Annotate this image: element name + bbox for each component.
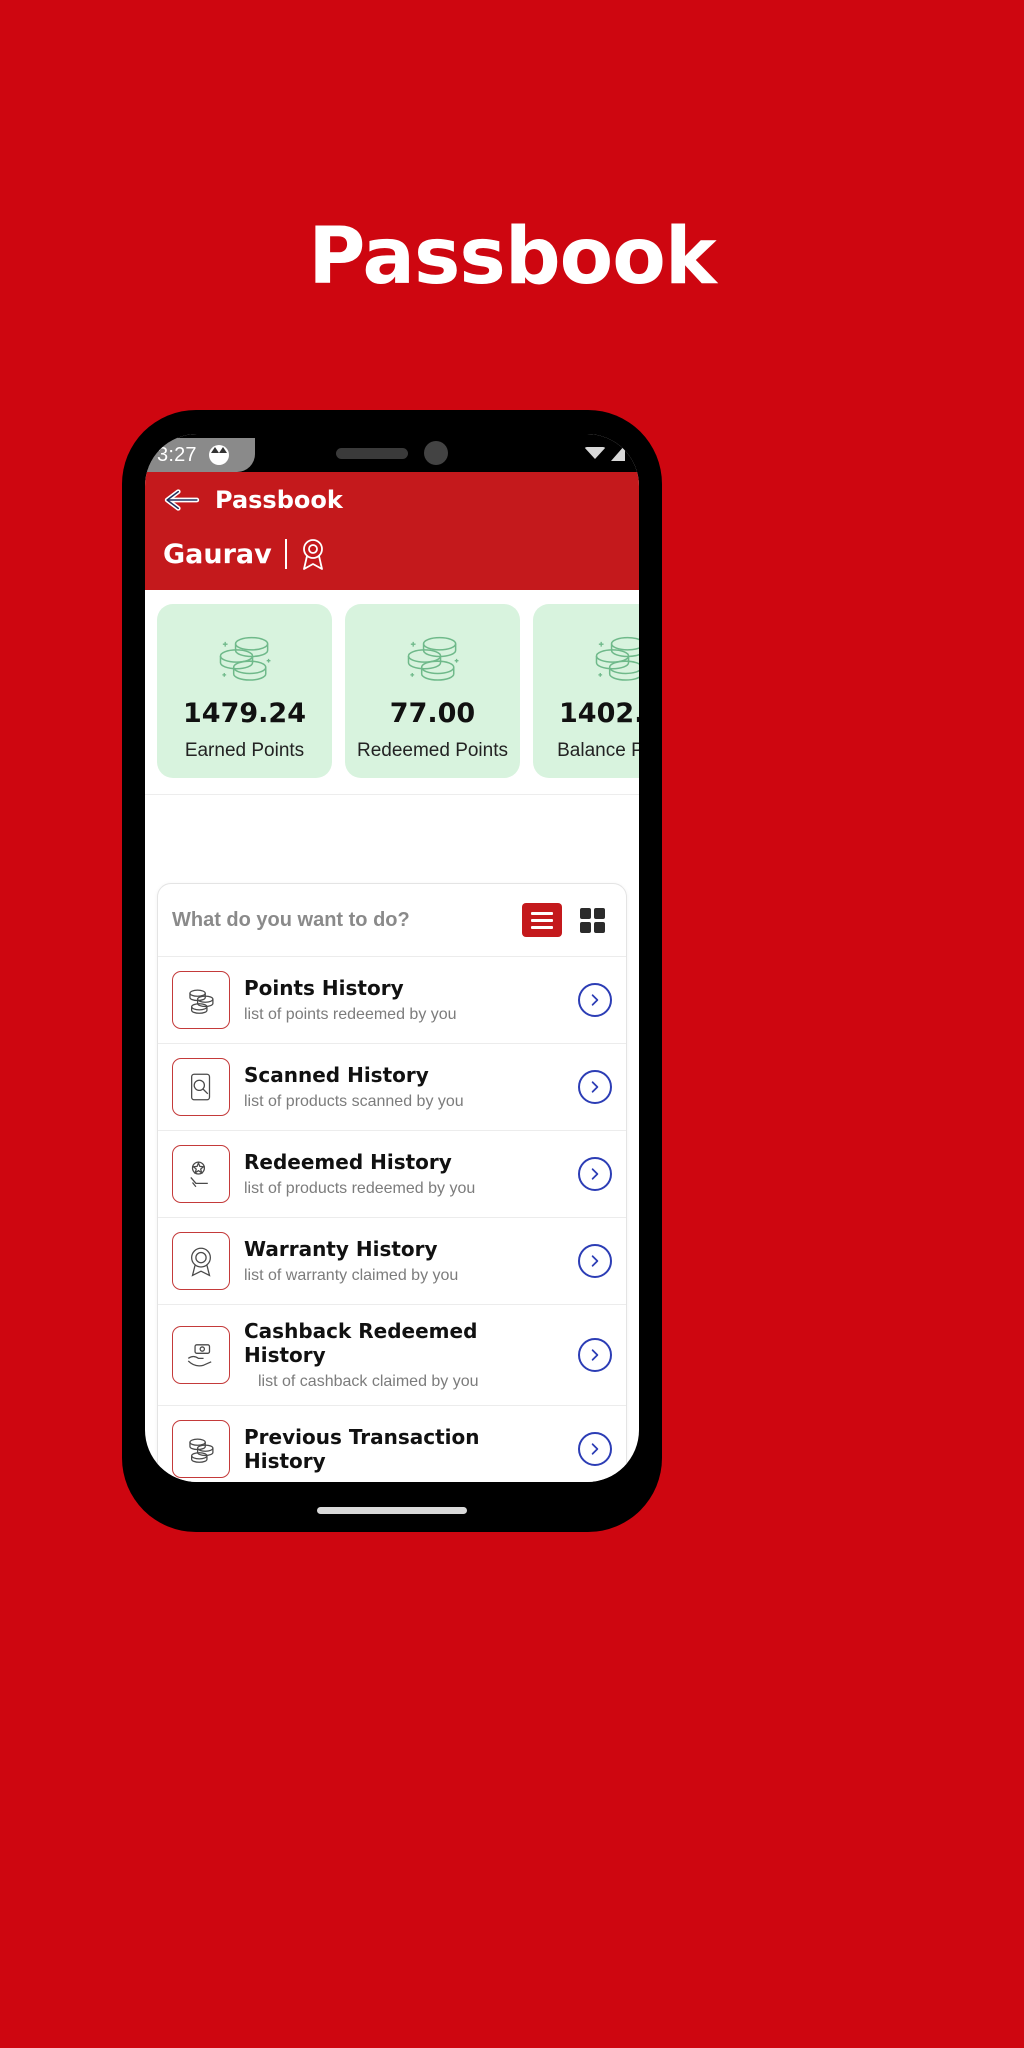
list-item-text: Cashback Redeemed History list of cashba… [244,1319,564,1391]
list-item-title: Redeemed History [244,1150,452,1174]
user-row: Gaurav [163,538,621,570]
chevron-right-icon[interactable] [578,983,612,1017]
chevron-right-icon[interactable] [578,1244,612,1278]
coin-stack-icon [165,622,324,690]
list-item[interactable]: Scanned History list of products scanned… [158,1044,626,1131]
list-item-subtitle: list of cashback claimed by you [258,1373,479,1390]
stat-value: 1402.24 [559,698,639,729]
award-badge-icon[interactable] [300,538,326,570]
view-toggle-group [522,903,612,937]
stats-section: 1479.24 Earned Points 77.00 Redeemed Poi… [145,590,639,794]
stats-row[interactable]: 1479.24 Earned Points 77.00 Redeemed Poi… [145,604,639,778]
user-name: Gaurav [163,538,272,570]
actions-card: What do you want to do? Points History l… [157,883,627,1482]
list-item-text: Previous Transaction History [244,1425,564,1473]
chevron-right-icon[interactable] [578,1157,612,1191]
actions-heading: What do you want to do? [172,908,410,931]
scan-phone-icon [172,1058,230,1116]
list-item-title: Previous Transaction History [244,1425,480,1473]
coin-stack-icon [541,622,639,690]
list-view-icon[interactable] [522,903,562,937]
section-divider [145,794,639,829]
chevron-right-icon[interactable] [578,1432,612,1466]
list-item-text: Scanned History list of products scanned… [244,1063,564,1111]
coin-stack-icon [172,1420,230,1478]
actions-header: What do you want to do? [158,884,626,957]
stat-label: Balance Points [557,740,639,761]
award-badge-icon [172,1232,230,1290]
stat-value: 1479.24 [183,698,306,729]
signal-icon [611,445,625,461]
earpiece-speaker [336,447,408,459]
stat-label: Earned Points [184,740,305,761]
hand-cash-icon [172,1326,230,1384]
chevron-right-icon[interactable] [578,1338,612,1372]
stat-card-earned[interactable]: 1479.24 Earned Points [157,604,332,778]
stat-value: 77.00 [389,698,476,729]
stat-label: Redeemed Points [356,740,509,761]
list-item-subtitle: list of points redeemed by you [244,1006,457,1023]
app-title: Passbook [215,486,343,514]
list-item-subtitle: list of warranty claimed by you [244,1267,459,1284]
list-item[interactable]: Points History list of points redeemed b… [158,957,626,1044]
wifi-icon [584,447,606,459]
app-header: Passbook Gaurav [145,472,639,590]
list-item-text: Redeemed History list of products redeem… [244,1150,564,1198]
list-item-title: Points History [244,976,404,1000]
list-item[interactable]: Redeemed History list of products redeem… [158,1131,626,1218]
home-indicator [317,1507,467,1514]
hand-gift-icon [172,1145,230,1203]
status-bar: 3:27 [145,434,639,472]
chevron-right-icon[interactable] [578,1070,612,1104]
user-divider [284,539,287,569]
list-item[interactable]: Warranty History list of warranty claime… [158,1218,626,1305]
list-item-subtitle: list of products redeemed by you [244,1180,476,1197]
list-item[interactable]: Cashback Redeemed History list of cashba… [158,1305,626,1406]
list-item-title: Cashback Redeemed History [244,1319,478,1367]
list-item-title: Scanned History [244,1063,429,1087]
list-item-subtitle: list of products scanned by you [244,1093,464,1110]
coin-stack-icon [353,622,512,690]
status-bar-right [584,445,625,461]
list-item-title: Warranty History [244,1237,438,1261]
back-arrow-icon[interactable] [163,487,201,513]
device-notch [336,441,448,465]
app-header-top: Passbook [163,486,621,514]
status-bar-left: 3:27 [145,438,255,472]
list-item-text: Points History list of points redeemed b… [244,976,564,1024]
phone-mockup: 3:27 Passbook Gaurav 1479.24 Earned Poin… [122,410,662,1532]
phone-screen: 3:27 Passbook Gaurav 1479.24 Earned Poin… [145,434,639,1482]
stat-card-redeemed[interactable]: 77.00 Redeemed Points [345,604,520,778]
list-item[interactable]: Previous Transaction History [158,1406,626,1482]
page-title: Passbook [308,212,716,302]
front-camera [424,441,448,465]
coin-stack-icon [172,971,230,1029]
grid-view-icon[interactable] [572,903,612,937]
status-time: 3:27 [157,443,197,466]
stat-card-balance[interactable]: 1402.24 Balance Points [533,604,639,778]
cat-face-icon [208,445,229,465]
list-item-text: Warranty History list of warranty claime… [244,1237,564,1285]
